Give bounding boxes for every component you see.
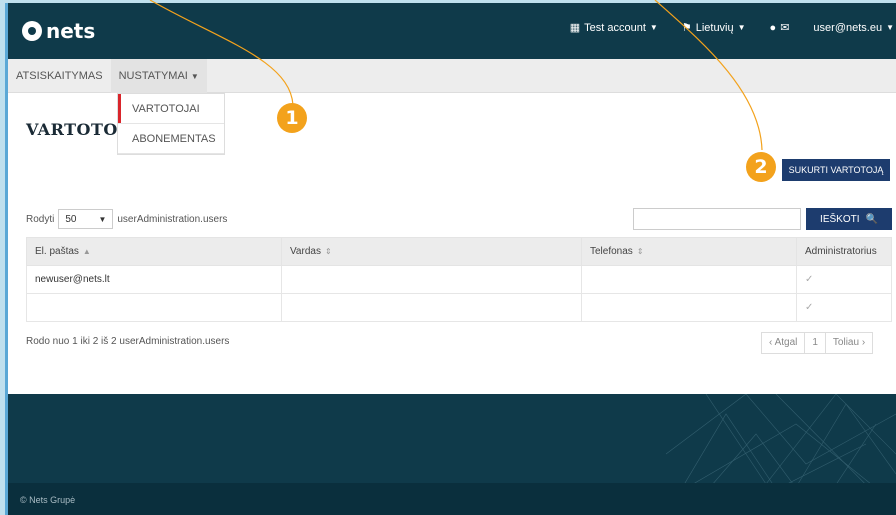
admin-checkbox[interactable]: ✓ bbox=[796, 293, 892, 322]
pagination: ‹ Atgal 1 Toliau › bbox=[761, 332, 874, 354]
language-label: Lietuvių bbox=[695, 21, 734, 34]
table-header-row: El. paštas ▲ Vardas ⇕ Telefonas ⇕ Administr… bbox=[26, 237, 892, 266]
menu-item-vartotojai[interactable]: VARTOTOJAI bbox=[118, 94, 224, 124]
chevron-down-icon: ▼ bbox=[886, 23, 894, 32]
column-email[interactable]: El. paštas ▲ bbox=[26, 237, 282, 266]
column-admin[interactable]: Administratorius bbox=[796, 237, 892, 266]
page-size-select[interactable]: 50 ▼ bbox=[58, 209, 114, 229]
top-header: nets ▦ Test account ▼ ⚑ Lietuvių ▼ ● ✉ u… bbox=[8, 3, 896, 59]
chevron-down-icon: ▼ bbox=[737, 23, 746, 32]
chevron-down-icon: ▼ bbox=[98, 214, 107, 224]
search-icon: 🔍 bbox=[865, 213, 878, 225]
column-email-label: El. paštas bbox=[35, 246, 79, 257]
menu-item-abonementas[interactable]: ABONEMENTAS bbox=[118, 124, 224, 154]
app-frame: nets ▦ Test account ▼ ⚑ Lietuvių ▼ ● ✉ u… bbox=[5, 3, 896, 515]
table-row[interactable]: ✓ bbox=[26, 293, 892, 322]
user-menu[interactable]: user@nets.eu ▼ bbox=[813, 22, 894, 34]
table-summary: Rodo nuo 1 iki 2 iš 2 userAdministration… bbox=[26, 336, 230, 347]
sort-asc-icon: ▲ bbox=[82, 247, 91, 256]
page-size-value: 50 bbox=[65, 213, 77, 225]
sort-icon: ⇕ bbox=[636, 247, 644, 256]
cell-name bbox=[281, 293, 582, 322]
page-size-control: Rodyti 50 ▼ userAdministration.users bbox=[26, 209, 227, 229]
prev-page-button[interactable]: ‹ Atgal bbox=[762, 333, 806, 353]
chevron-right-icon: › bbox=[859, 337, 866, 348]
page-title: VARTOTO bbox=[26, 120, 118, 139]
admin-checkbox[interactable]: ✓ bbox=[796, 265, 892, 294]
language-menu[interactable]: ⚑ Lietuvių ▼ bbox=[681, 21, 746, 35]
next-page-button[interactable]: Toliau › bbox=[826, 333, 872, 353]
cell-name bbox=[281, 265, 582, 294]
cell-email: newuser@nets.lt bbox=[26, 265, 282, 294]
prev-label: Atgal bbox=[774, 337, 798, 348]
envelope-icon: ✉ bbox=[780, 22, 790, 34]
profile-messages[interactable]: ● ✉ bbox=[769, 21, 790, 35]
tab-atsiskaitymas[interactable]: ATSISKAITYMAS bbox=[8, 59, 111, 93]
settings-dropdown: VARTOTOJAI ABONEMENTAS bbox=[117, 93, 225, 155]
callout-badge-2: 2 bbox=[746, 152, 776, 182]
footer-bottom-bar bbox=[8, 483, 896, 515]
tab-nustatymai-label: NUSTATYMAI bbox=[118, 69, 188, 82]
search-button[interactable]: IEŠKOTI 🔍 bbox=[806, 208, 892, 230]
top-nav: ▦ Test account ▼ ⚑ Lietuvių ▼ ● ✉ user@n… bbox=[546, 21, 896, 35]
users-table: El. paštas ▲ Vardas ⇕ Telefonas ⇕ Administr… bbox=[26, 237, 892, 322]
next-label: Toliau bbox=[832, 337, 860, 348]
nets-logo-icon bbox=[22, 21, 42, 41]
search-input[interactable] bbox=[633, 208, 801, 230]
chevron-down-icon: ▼ bbox=[649, 23, 658, 32]
column-name-label: Vardas bbox=[290, 246, 321, 257]
tab-nustatymai[interactable]: NUSTATYMAI ▼ bbox=[110, 58, 207, 93]
create-user-button[interactable]: SUKURTI VARTOTOJĄ bbox=[782, 159, 890, 181]
callout-badge-1: 1 bbox=[277, 103, 307, 133]
sub-navigation: ATSISKAITYMAS NUSTATYMAI ▼ bbox=[8, 58, 896, 93]
cell-phone bbox=[581, 265, 797, 294]
page-size-suffix: userAdministration.users bbox=[117, 213, 228, 225]
column-phone[interactable]: Telefonas ⇕ bbox=[581, 237, 797, 266]
user-email: user@nets.eu bbox=[813, 21, 883, 34]
copyright: © Nets Grupė bbox=[20, 495, 76, 505]
show-label: Rodyti bbox=[26, 213, 55, 225]
table-row[interactable]: newuser@nets.lt ✓ bbox=[26, 265, 892, 294]
search-button-label: IEŠKOTI bbox=[820, 213, 860, 225]
cell-phone bbox=[581, 293, 797, 322]
page-number[interactable]: 1 bbox=[805, 333, 826, 353]
account-label: Test account bbox=[584, 21, 646, 34]
sort-icon: ⇕ bbox=[324, 247, 332, 256]
account-menu[interactable]: ▦ Test account ▼ bbox=[569, 21, 658, 35]
page-footer: © Nets Grupė bbox=[8, 394, 896, 515]
logo-text: nets bbox=[46, 19, 96, 43]
user-icon: ● bbox=[769, 21, 777, 34]
flag-icon: ⚑ bbox=[681, 22, 692, 34]
column-name[interactable]: Vardas ⇕ bbox=[281, 237, 582, 266]
column-phone-label: Telefonas bbox=[590, 246, 633, 257]
cell-email bbox=[26, 293, 282, 322]
account-card-icon: ▦ bbox=[569, 22, 581, 34]
nets-logo[interactable]: nets bbox=[22, 19, 95, 43]
chevron-down-icon: ▼ bbox=[190, 71, 199, 81]
